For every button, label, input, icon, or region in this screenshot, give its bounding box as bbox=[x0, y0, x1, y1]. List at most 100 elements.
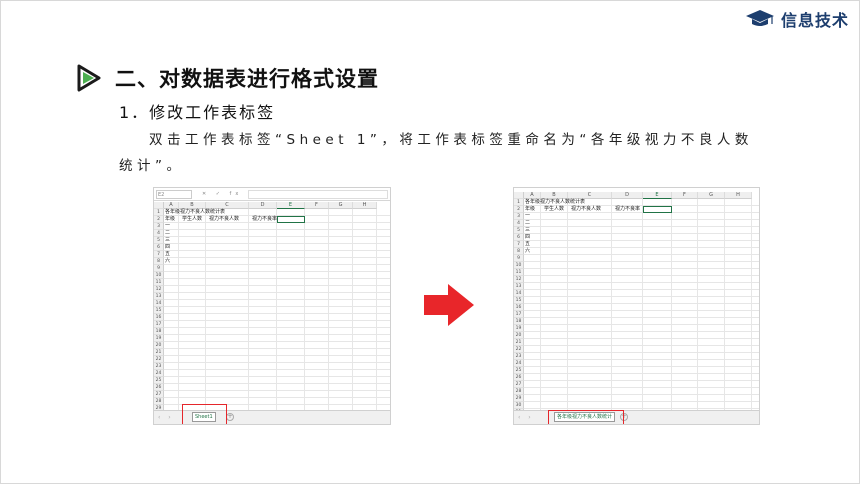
row-header[interactable]: 27 bbox=[514, 381, 524, 388]
row-header[interactable]: 12 bbox=[154, 286, 164, 293]
cell-title[interactable]: 各年级视力不良人数统计表 bbox=[525, 199, 585, 206]
column-header[interactable]: E bbox=[277, 202, 305, 209]
formula-input[interactable] bbox=[248, 189, 388, 199]
row-header[interactable]: 5 bbox=[154, 237, 164, 244]
cell-header[interactable]: 学生人数 bbox=[544, 206, 564, 213]
select-all-corner[interactable] bbox=[514, 192, 524, 199]
row-header[interactable]: 22 bbox=[154, 356, 164, 363]
row-header[interactable]: 6 bbox=[154, 244, 164, 251]
row-header[interactable]: 13 bbox=[154, 293, 164, 300]
column-header[interactable]: G bbox=[698, 192, 725, 199]
column-header[interactable]: B bbox=[541, 192, 568, 199]
row-header[interactable]: 17 bbox=[514, 311, 524, 318]
column-header[interactable]: F bbox=[305, 202, 329, 209]
active-cell[interactable] bbox=[277, 216, 305, 223]
column-header[interactable]: A bbox=[164, 202, 179, 209]
row-header[interactable]: 26 bbox=[514, 374, 524, 381]
row-header[interactable]: 19 bbox=[154, 335, 164, 342]
row-header[interactable]: 15 bbox=[514, 297, 524, 304]
row-header[interactable]: 4 bbox=[514, 220, 524, 227]
cell-grade[interactable]: 三 bbox=[165, 237, 170, 244]
row-header[interactable]: 13 bbox=[514, 283, 524, 290]
row-header[interactable]: 3 bbox=[154, 223, 164, 230]
cell-header[interactable]: 视力不良人数 bbox=[571, 206, 601, 213]
column-header[interactable]: C bbox=[568, 192, 612, 199]
row-header[interactable]: 9 bbox=[154, 265, 164, 272]
row-header[interactable]: 24 bbox=[514, 360, 524, 367]
cell-grade[interactable]: 二 bbox=[525, 220, 530, 227]
row-header[interactable]: 8 bbox=[514, 248, 524, 255]
column-header[interactable]: B bbox=[179, 202, 206, 209]
row-header[interactable]: 8 bbox=[154, 258, 164, 265]
row-header[interactable]: 26 bbox=[154, 384, 164, 391]
column-header[interactable]: H bbox=[725, 192, 752, 199]
column-header[interactable]: D bbox=[612, 192, 643, 199]
row-header[interactable]: 25 bbox=[514, 367, 524, 374]
column-header[interactable]: H bbox=[353, 202, 377, 209]
row-header[interactable]: 10 bbox=[514, 262, 524, 269]
cell-grade[interactable]: 三 bbox=[525, 227, 530, 234]
row-header[interactable]: 14 bbox=[154, 300, 164, 307]
row-header[interactable]: 23 bbox=[154, 363, 164, 370]
row-header[interactable]: 7 bbox=[514, 241, 524, 248]
row-header[interactable]: 24 bbox=[154, 370, 164, 377]
row-header[interactable]: 11 bbox=[514, 269, 524, 276]
row-header[interactable]: 27 bbox=[154, 391, 164, 398]
row-header[interactable]: 19 bbox=[514, 325, 524, 332]
add-sheet-button[interactable]: + bbox=[226, 413, 234, 421]
column-header[interactable]: D bbox=[249, 202, 277, 209]
row-header[interactable]: 18 bbox=[154, 328, 164, 335]
row-header[interactable]: 1 bbox=[514, 199, 524, 206]
cell-header[interactable]: 视力不良率 bbox=[615, 206, 640, 213]
row-header[interactable]: 17 bbox=[154, 321, 164, 328]
row-header[interactable]: 15 bbox=[154, 307, 164, 314]
row-header[interactable]: 23 bbox=[514, 353, 524, 360]
column-header[interactable]: F bbox=[672, 192, 698, 199]
row-header[interactable]: 12 bbox=[514, 276, 524, 283]
row-header[interactable]: 1 bbox=[154, 209, 164, 216]
row-header[interactable]: 9 bbox=[514, 255, 524, 262]
row-header[interactable]: 28 bbox=[514, 388, 524, 395]
row-header[interactable]: 10 bbox=[154, 272, 164, 279]
row-header[interactable]: 30 bbox=[514, 402, 524, 409]
row-header[interactable]: 25 bbox=[154, 377, 164, 384]
row-header[interactable]: 16 bbox=[514, 304, 524, 311]
tab-nav-arrows[interactable]: ‹ › bbox=[158, 414, 174, 421]
cell-grade[interactable]: 六 bbox=[165, 258, 170, 265]
row-header[interactable]: 22 bbox=[514, 346, 524, 353]
cell-grade[interactable]: 四 bbox=[165, 244, 170, 251]
cell-grade[interactable]: 五 bbox=[165, 251, 170, 258]
row-header[interactable]: 2 bbox=[514, 206, 524, 213]
cell-grade[interactable]: 六 bbox=[525, 248, 530, 255]
row-header[interactable]: 5 bbox=[514, 227, 524, 234]
cell-grade[interactable]: 五 bbox=[525, 241, 530, 248]
cell-header[interactable]: 视力不良人数 bbox=[209, 216, 239, 223]
formula-buttons[interactable]: ✕ ✓ fx bbox=[202, 191, 242, 197]
row-header[interactable]: 21 bbox=[514, 339, 524, 346]
row-header[interactable]: 20 bbox=[154, 342, 164, 349]
row-header[interactable]: 4 bbox=[154, 230, 164, 237]
row-header[interactable]: 11 bbox=[154, 279, 164, 286]
row-header[interactable]: 18 bbox=[514, 318, 524, 325]
row-header[interactable]: 20 bbox=[514, 332, 524, 339]
row-header[interactable]: 3 bbox=[514, 213, 524, 220]
cell-grade[interactable]: 一 bbox=[165, 223, 170, 230]
cell-grade[interactable]: 二 bbox=[165, 230, 170, 237]
name-box[interactable]: E2 bbox=[156, 189, 192, 199]
cell-header[interactable]: 年级 bbox=[165, 216, 175, 223]
cell-title[interactable]: 各年级视力不良人数统计表 bbox=[165, 209, 225, 216]
cell-header[interactable]: 视力不良率 bbox=[252, 216, 277, 223]
row-header[interactable]: 28 bbox=[154, 398, 164, 405]
column-header[interactable]: C bbox=[206, 202, 249, 209]
row-header[interactable]: 7 bbox=[154, 251, 164, 258]
column-header[interactable]: G bbox=[329, 202, 353, 209]
row-header[interactable]: 14 bbox=[514, 290, 524, 297]
column-header[interactable]: A bbox=[524, 192, 541, 199]
select-all-corner[interactable] bbox=[154, 202, 164, 209]
cell-header[interactable]: 年级 bbox=[525, 206, 535, 213]
active-cell[interactable] bbox=[643, 206, 672, 213]
cell-grade[interactable]: 一 bbox=[525, 213, 530, 220]
row-header[interactable]: 21 bbox=[154, 349, 164, 356]
column-header[interactable]: E bbox=[643, 192, 672, 199]
row-header[interactable]: 16 bbox=[154, 314, 164, 321]
